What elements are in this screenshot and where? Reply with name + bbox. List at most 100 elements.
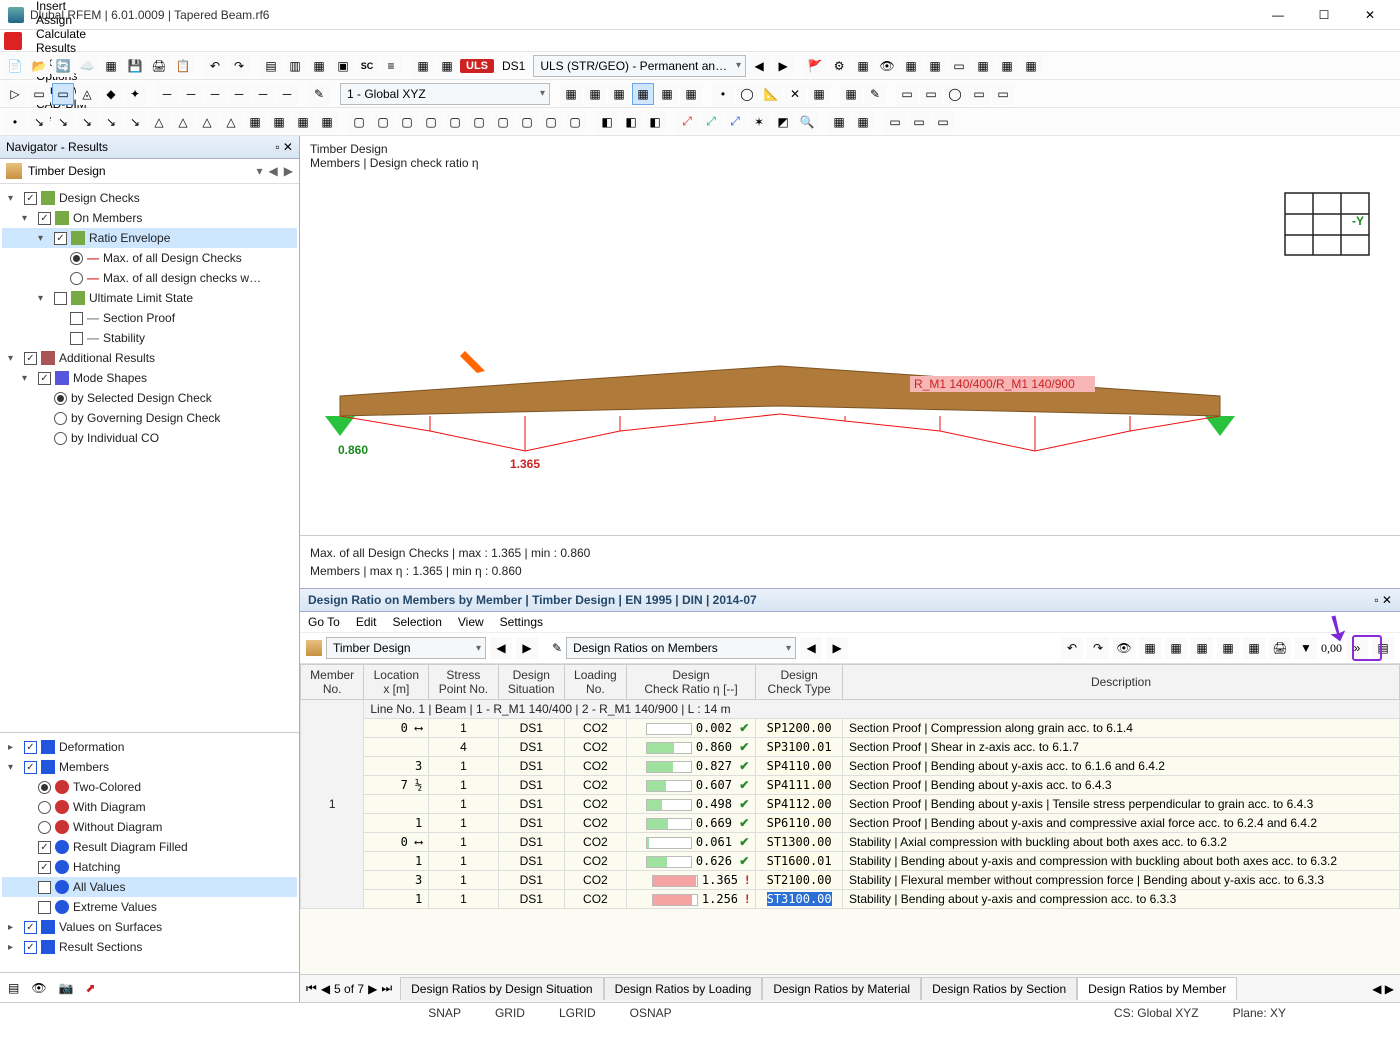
checkbox[interactable] <box>24 761 37 774</box>
grid-f-icon[interactable]: ▦ <box>680 83 702 105</box>
col-header[interactable]: DesignSituation <box>498 665 564 700</box>
line1-icon[interactable]: ─ <box>156 83 178 105</box>
tool-b-icon[interactable]: ▦ <box>1020 55 1042 77</box>
ax1-icon[interactable]: ↘ <box>28 111 50 133</box>
line6-icon[interactable]: ─ <box>276 83 298 105</box>
tab-design-ratios-by-section[interactable]: Design Ratios by Section <box>921 977 1077 1000</box>
grid-a-icon[interactable]: ▦ <box>560 83 582 105</box>
ax5-icon[interactable]: ↘ <box>124 111 146 133</box>
coord-system-select[interactable]: 1 - Global XYZ <box>340 83 550 105</box>
results-table-wrap[interactable]: MemberNo.Locationx [m]StressPoint No.Des… <box>300 664 1400 974</box>
navigator-tree[interactable]: ▾Design Checks▾On Members▾Ratio Envelope… <box>0 184 299 732</box>
tab-design-ratios-by-loading[interactable]: Design Ratios by Loading <box>604 977 763 1000</box>
calc-icon[interactable]: ▦ <box>808 83 830 105</box>
chart-icon[interactable]: ⬈ <box>86 981 96 995</box>
tree-item[interactable]: ▾Members <box>2 757 297 777</box>
radio[interactable] <box>38 801 51 814</box>
t1-icon[interactable]: ◬ <box>76 83 98 105</box>
sup2-icon[interactable]: △ <box>172 111 194 133</box>
tree-item[interactable]: by Individual CO <box>2 428 297 448</box>
grid-e-icon[interactable]: ▦ <box>656 83 678 105</box>
lc2-icon[interactable]: ▦ <box>436 55 458 77</box>
tree-item[interactable]: Extreme Values <box>2 897 297 917</box>
radio[interactable] <box>54 432 67 445</box>
tree-item[interactable]: Without Diagram <box>2 817 297 837</box>
xxx2-icon[interactable]: ▦ <box>900 55 922 77</box>
pen-icon[interactable]: ✎ <box>864 83 886 105</box>
save-icon[interactable]: 💾 <box>124 55 146 77</box>
checkbox[interactable] <box>24 352 37 365</box>
navigator-lower-tree[interactable]: ▸Deformation▾MembersTwo-ColoredWith Diag… <box>0 732 299 972</box>
results-menu-edit[interactable]: Edit <box>356 615 377 629</box>
eye-icon[interactable]: 👁 <box>876 55 898 77</box>
sq6-icon[interactable]: ▢ <box>468 111 490 133</box>
checkbox[interactable] <box>38 841 51 854</box>
h2-icon[interactable]: ▭ <box>920 83 942 105</box>
results-menu-selection[interactable]: Selection <box>393 615 442 629</box>
radio[interactable] <box>70 252 83 265</box>
results-menu-go-to[interactable]: Go To <box>308 615 340 629</box>
table-row[interactable]: 11DS1CO21.256 !ST3100.00Stability | Bend… <box>301 890 1400 909</box>
model-viewport[interactable]: -Y R_M1 <box>300 176 1400 536</box>
tree-item[interactable]: ▾Design Checks <box>2 188 297 208</box>
filter-icon[interactable]: ▼ <box>1295 637 1317 659</box>
minimize-button[interactable]: — <box>1256 1 1300 29</box>
rect-icon[interactable]: ▭ <box>28 83 50 105</box>
tree-item[interactable]: ▾Ultimate Limit State <box>2 288 297 308</box>
radio[interactable] <box>54 412 67 425</box>
tree-item[interactable]: ▸Result Sections <box>2 937 297 957</box>
results-menu-view[interactable]: View <box>458 615 484 629</box>
ax3-icon[interactable]: ↘ <box>76 111 98 133</box>
checkbox[interactable] <box>24 921 37 934</box>
ortho-icon[interactable]: ◩ <box>772 111 794 133</box>
tree-item[interactable]: —Section Proof <box>2 308 297 328</box>
menu-calculate[interactable]: Calculate <box>28 27 95 41</box>
sup1-icon[interactable]: △ <box>148 111 170 133</box>
table-row[interactable]: 4DS1CO20.860 ✔SP3100.01Section Proof | S… <box>301 738 1400 757</box>
line3-icon[interactable]: ─ <box>204 83 226 105</box>
t3-icon[interactable]: ✦ <box>124 83 146 105</box>
xxx-b-icon[interactable]: ▦ <box>268 111 290 133</box>
sq2-icon[interactable]: ▢ <box>372 111 394 133</box>
grid-c-icon[interactable]: ▦ <box>608 83 630 105</box>
tree-item[interactable]: Two-Colored <box>2 777 297 797</box>
sect1-icon[interactable]: ▭ <box>884 111 906 133</box>
xxx-a-icon[interactable]: ▦ <box>244 111 266 133</box>
tree-item[interactable]: ▸Values on Surfaces <box>2 917 297 937</box>
tree-item[interactable]: by Selected Design Check <box>2 388 297 408</box>
camera-icon[interactable]: 📷 <box>59 981 74 995</box>
module-select[interactable]: Timber Design <box>326 637 486 659</box>
tree-item[interactable]: —Stability <box>2 328 297 348</box>
grid-b-icon[interactable]: ▦ <box>584 83 606 105</box>
sq7-icon[interactable]: ▢ <box>492 111 514 133</box>
h3-icon[interactable]: ◯ <box>944 83 966 105</box>
cursor-icon[interactable]: ▷ <box>4 83 26 105</box>
tree-item[interactable]: Result Diagram Filled <box>2 837 297 857</box>
ax-x-icon[interactable]: ⤢ <box>676 111 698 133</box>
exp2-icon[interactable]: ▦ <box>852 111 874 133</box>
nav-next-icon[interactable]: ▶ <box>284 164 293 178</box>
checkbox[interactable] <box>24 941 37 954</box>
tab-scroll-icon[interactable]: ◀ ▶ <box>1372 982 1394 996</box>
radio[interactable] <box>38 781 51 794</box>
sect3-icon[interactable]: ▭ <box>932 111 954 133</box>
navigator-module-row[interactable]: Timber Design ▾ ◀ ▶ <box>0 159 299 184</box>
table-a-icon[interactable]: ▤ <box>260 55 282 77</box>
sup3-icon[interactable]: △ <box>196 111 218 133</box>
menu-assign[interactable]: Assign <box>28 13 95 27</box>
line5-icon[interactable]: ─ <box>252 83 274 105</box>
layers-icon[interactable]: ▤ <box>8 981 19 995</box>
checkbox[interactable] <box>54 232 67 245</box>
export-icon[interactable]: ▦ <box>1243 637 1265 659</box>
results-pane-controls[interactable]: ▫ ✕ <box>1374 593 1392 607</box>
table-row[interactable]: 11DS1CO20.626 ✔ST1600.01Stability | Bend… <box>301 852 1400 871</box>
nav-prev-icon[interactable]: ◀ <box>269 164 278 178</box>
first-page-icon[interactable]: ⏮ <box>306 981 317 996</box>
gear-icon[interactable]: ⚙ <box>828 55 850 77</box>
tab-design-ratios-by-member[interactable]: Design Ratios by Member <box>1077 977 1237 1000</box>
pick-icon[interactable]: ✎ <box>308 83 330 105</box>
sq4-icon[interactable]: ▢ <box>420 111 442 133</box>
select-icon[interactable]: ▭ <box>52 83 74 105</box>
ax-y-icon[interactable]: ⤢ <box>700 111 722 133</box>
star-icon[interactable]: ✶ <box>748 111 770 133</box>
